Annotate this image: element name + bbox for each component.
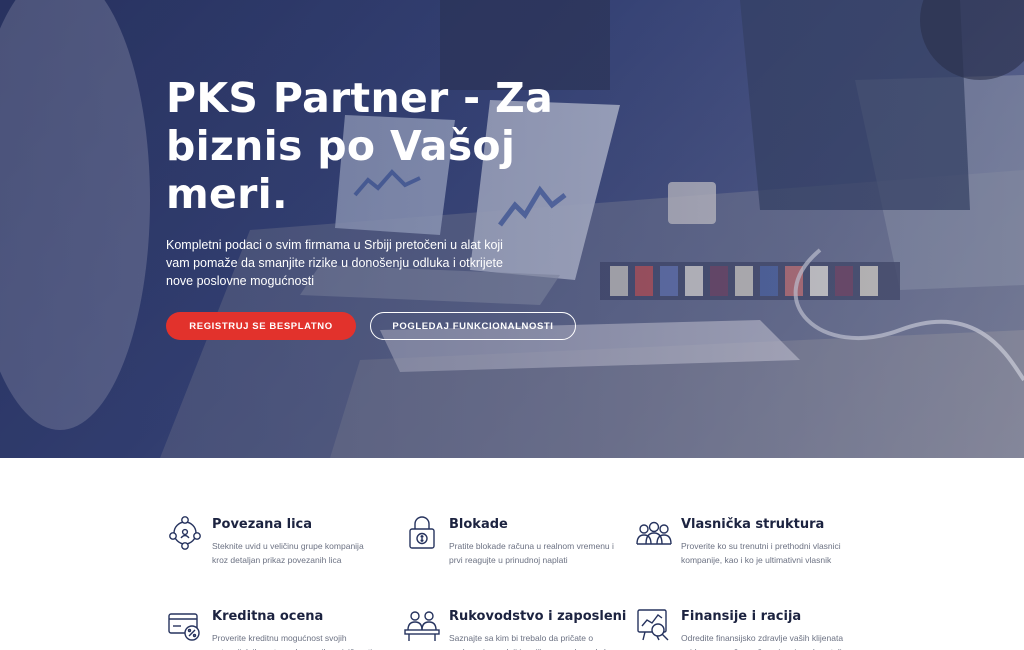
register-free-button[interactable]: REGISTRUJ SE BESPLATNO bbox=[166, 312, 356, 340]
feature-title: Blokade bbox=[449, 517, 508, 532]
feature-description: Pratite blokade računa u realnom vremenu… bbox=[449, 541, 614, 565]
network-people-icon bbox=[166, 514, 204, 552]
hero-section: PKS Partner - Za biznis po Vašoj meri. K… bbox=[0, 0, 1024, 458]
feature-description: Proverite kreditnu mogućnost svojih pote… bbox=[212, 633, 372, 650]
hero-subtitle: Kompletni podaci o svim firmama u Srbiji… bbox=[166, 238, 503, 288]
feature-kreditna-ocena[interactable]: Kreditna ocena Proverite kreditnu mogućn… bbox=[166, 608, 403, 650]
feature-title: Povezana lica bbox=[212, 517, 313, 532]
feature-text: Finansije i racija Odredite finansijsko … bbox=[681, 608, 851, 650]
feature-description: Saznajte sa kim bi trebalo da pričate o … bbox=[449, 633, 618, 650]
feature-title: Finansije i racija bbox=[681, 609, 802, 624]
finance-chart-icon bbox=[635, 606, 673, 644]
feature-description: Proverite ko su trenutni i prethodni vla… bbox=[681, 541, 841, 565]
feature-title: Kreditna ocena bbox=[212, 609, 324, 624]
features-grid: Povezana lica Steknite uvid u veličinu g… bbox=[166, 516, 856, 650]
feature-blokade[interactable]: Blokade Pratite blokade računa u realnom… bbox=[403, 516, 635, 568]
feature-description: Odredite finansijsko zdravlje vaših klij… bbox=[681, 633, 846, 650]
management-team-icon bbox=[403, 606, 441, 644]
feature-title: Vlasnička struktura bbox=[681, 517, 825, 532]
lock-money-icon bbox=[403, 514, 441, 552]
hero-title: PKS Partner - Za biznis po Vašoj meri. bbox=[166, 74, 554, 218]
feature-vlasnicka-struktura[interactable]: Vlasnička struktura Proverite ko su tren… bbox=[635, 516, 856, 568]
feature-text: Povezana lica Steknite uvid u veličinu g… bbox=[212, 516, 382, 567]
hero-content: PKS Partner - Za biznis po Vašoj meri. K… bbox=[166, 74, 636, 290]
feature-finansije[interactable]: Finansije i racija Odredite finansijsko … bbox=[635, 608, 856, 650]
feature-text: Vlasnička struktura Proverite ko su tren… bbox=[681, 516, 851, 567]
view-features-button[interactable]: POGLEDAJ FUNKCIONALNOSTI bbox=[370, 312, 576, 340]
feature-povezana-lica[interactable]: Povezana lica Steknite uvid u veličinu g… bbox=[166, 516, 403, 568]
hero-actions: REGISTRUJ SE BESPLATNO POGLEDAJ FUNKCION… bbox=[166, 312, 576, 340]
feature-text: Rukovodstvo i zaposleni Saznajte sa kim … bbox=[449, 608, 626, 650]
feature-text: Blokade Pratite blokade računa u realnom… bbox=[449, 516, 619, 567]
ownership-group-icon bbox=[635, 514, 673, 552]
credit-card-percent-icon bbox=[166, 606, 204, 644]
feature-title: Rukovodstvo i zaposleni bbox=[449, 609, 627, 624]
feature-rukovodstvo[interactable]: Rukovodstvo i zaposleni Saznajte sa kim … bbox=[403, 608, 635, 650]
feature-description: Steknite uvid u veličinu grupe kompanija… bbox=[212, 541, 364, 565]
feature-text: Kreditna ocena Proverite kreditnu mogućn… bbox=[212, 608, 382, 650]
